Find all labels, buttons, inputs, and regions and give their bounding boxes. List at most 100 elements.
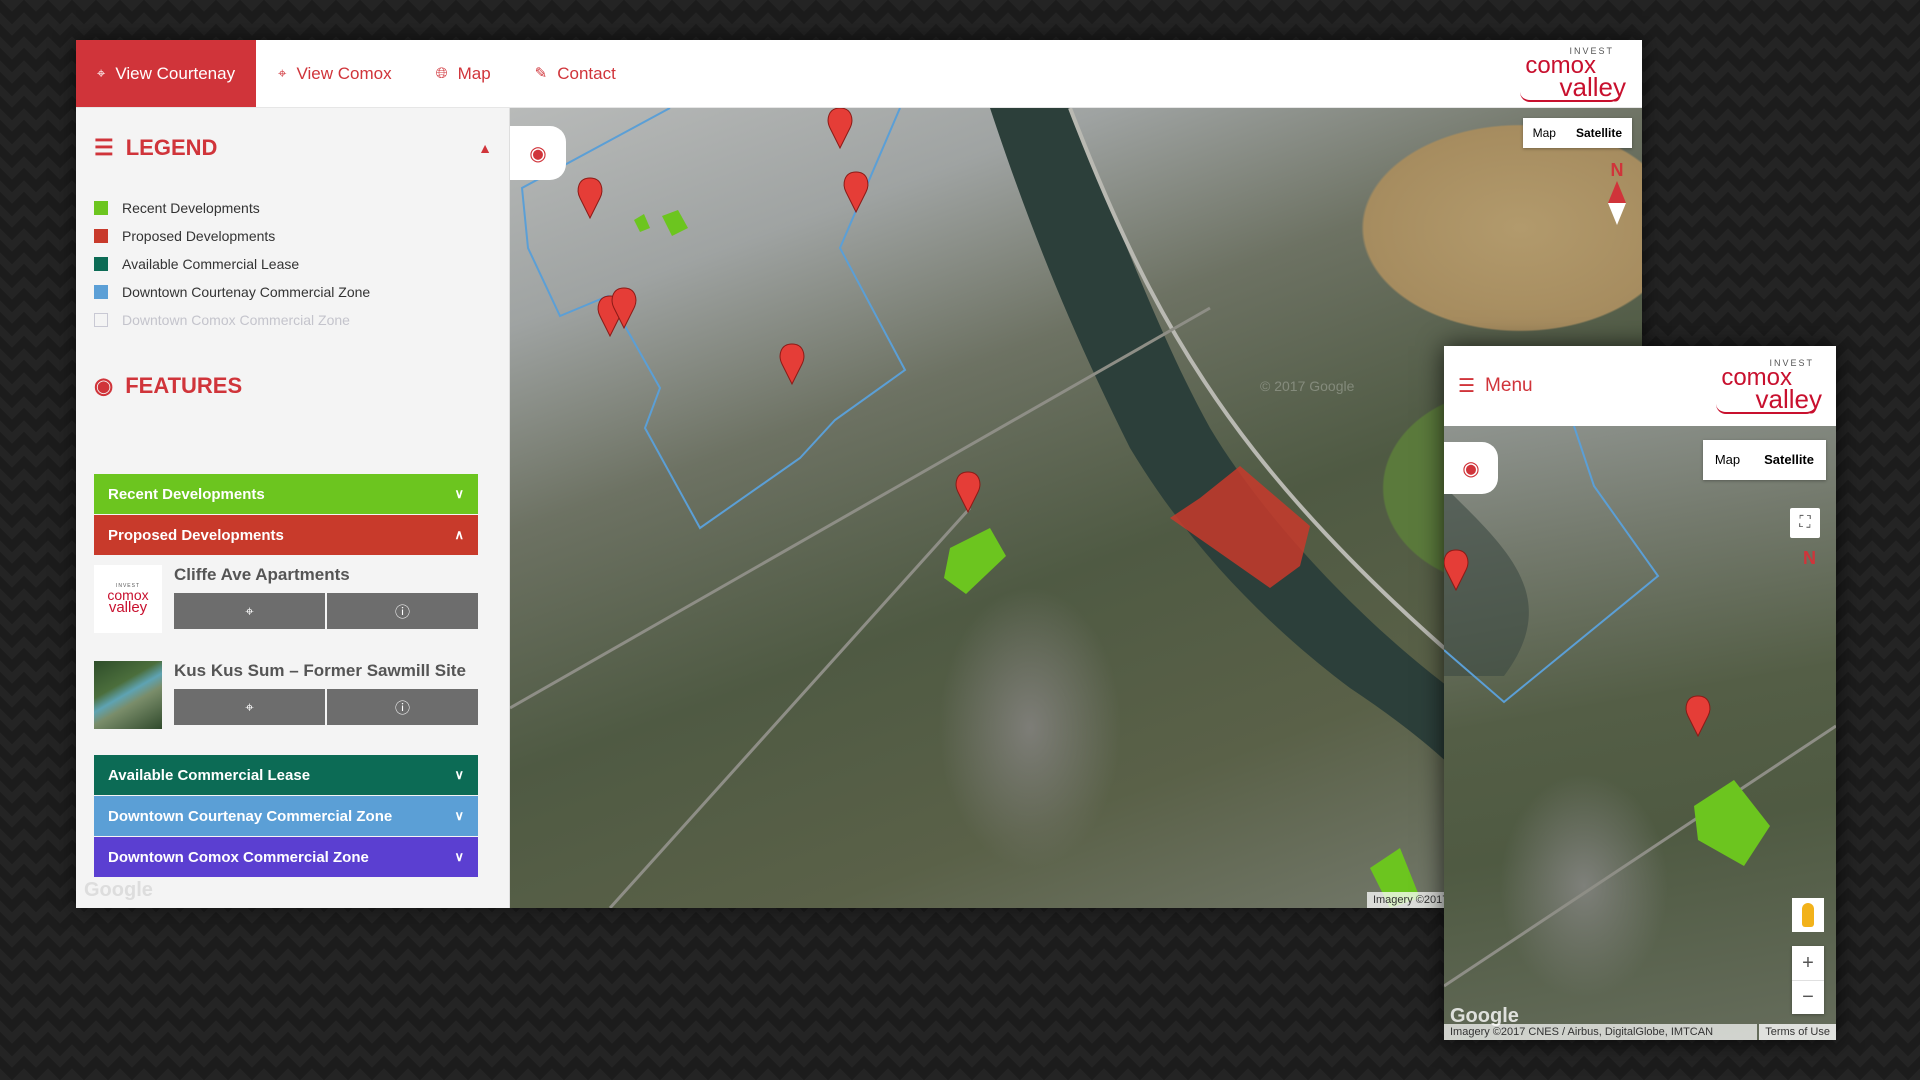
nav-label: View Comox bbox=[296, 63, 392, 83]
nav-contact[interactable]: ✎ Contact bbox=[513, 40, 638, 107]
map-type-toggle: Map Satellite bbox=[1702, 440, 1826, 480]
accordion-proposed-developments[interactable]: Proposed Developments ∧ bbox=[94, 515, 478, 555]
map-type-map[interactable]: Map bbox=[1523, 118, 1566, 148]
nav-view-comox[interactable]: ⌖ View Comox bbox=[256, 40, 414, 107]
legend-swatch bbox=[94, 285, 108, 299]
legend-item: Recent Developments bbox=[94, 194, 370, 222]
nav-map[interactable]: 🌐︎ Map bbox=[414, 40, 513, 107]
nav-view-courtenay[interactable]: ⌖ View Courtenay bbox=[76, 40, 256, 107]
recent-development-area[interactable] bbox=[634, 214, 650, 232]
terms-of-use-link[interactable]: Terms of Use bbox=[1759, 1024, 1836, 1040]
crosshair-icon: ⌖ bbox=[278, 65, 287, 82]
compass[interactable]: N bbox=[1608, 160, 1626, 225]
list-item: Kus Kus Sum – Former Sawmill Site ⌖ ⓘ bbox=[94, 661, 478, 733]
menu-button[interactable]: ☰ Menu bbox=[1458, 375, 1533, 398]
legend-swatch bbox=[94, 313, 108, 327]
top-navigation: ⌖ View Courtenay ⌖ View Comox 🌐︎ Map ✎ C… bbox=[76, 40, 1642, 108]
accordion-label: Available Commercial Lease bbox=[108, 766, 311, 784]
legend-label: Recent Developments bbox=[122, 200, 260, 216]
globe-icon: 🌐︎ bbox=[435, 65, 448, 82]
zoom-in-button[interactable]: + bbox=[1792, 946, 1824, 980]
desktop-window: ⌖ View Courtenay ⌖ View Comox 🌐︎ Map ✎ C… bbox=[76, 40, 1642, 908]
locate-button[interactable]: ⌖ bbox=[174, 689, 325, 725]
google-logo: Google bbox=[84, 879, 153, 901]
map-pin-tab[interactable]: ◉ bbox=[510, 126, 566, 180]
legend-label: Proposed Developments bbox=[122, 228, 276, 244]
zoom-control: + − bbox=[1792, 946, 1824, 1014]
hamburger-icon: ☰ bbox=[1458, 375, 1476, 397]
accordion-label: Proposed Developments bbox=[108, 526, 284, 544]
legend-swatch bbox=[94, 201, 108, 215]
map-pin-tab[interactable]: ◉ bbox=[1444, 442, 1498, 494]
recent-development-area[interactable] bbox=[944, 528, 1006, 594]
sidebar: ☰ LEGEND ▲ Recent Developments Proposed … bbox=[76, 108, 510, 908]
map-marker-icon[interactable] bbox=[577, 177, 603, 220]
accordion-available-commercial-lease[interactable]: Available Commercial Lease ∨ bbox=[94, 755, 478, 795]
chevron-up-icon[interactable]: ▲ bbox=[478, 140, 492, 156]
mobile-map-overlay bbox=[1444, 426, 1836, 988]
map-marker-icon[interactable] bbox=[779, 343, 805, 386]
map-type-satellite[interactable]: Satellite bbox=[1566, 118, 1632, 148]
item-title: Cliffe Ave Apartments bbox=[174, 565, 350, 584]
chevron-down-icon: ∨ bbox=[454, 767, 464, 782]
nav-label: Map bbox=[457, 63, 491, 83]
fullscreen-icon[interactable]: ⛶ bbox=[1790, 508, 1820, 538]
item-thumbnail: INVEST comox valley bbox=[94, 565, 162, 633]
compass-label: N bbox=[1610, 160, 1624, 180]
legend-label: Available Commercial Lease bbox=[122, 256, 300, 272]
features-title: FEATURES bbox=[125, 373, 243, 398]
recent-development-area[interactable] bbox=[1694, 780, 1770, 866]
map-watermark: © 2017 Google bbox=[1260, 378, 1355, 394]
thumb-valley-text: valley bbox=[108, 599, 148, 616]
accordion-recent-developments[interactable]: Recent Developments ∨ bbox=[94, 474, 478, 514]
nav-label: View Courtenay bbox=[115, 63, 236, 83]
mobile-window: ☰ Menu INVEST comox valley ◉ Map Satelli… bbox=[1444, 346, 1836, 1040]
chevron-down-icon: ∨ bbox=[454, 808, 464, 823]
crosshair-icon: ⌖ bbox=[245, 602, 254, 620]
logo-swoosh bbox=[1716, 404, 1816, 414]
features-header: ◉ FEATURES bbox=[76, 368, 510, 404]
map-attribution: Imagery ©2017 CNES / Airbus, DigitalGlob… bbox=[1444, 1024, 1758, 1040]
legend-header[interactable]: ☰ LEGEND ▲ bbox=[76, 130, 510, 166]
features-accordion: Recent Developments ∨ Proposed Developme… bbox=[94, 474, 478, 878]
compass-south-icon bbox=[1608, 203, 1626, 225]
info-button[interactable]: ⓘ bbox=[327, 593, 478, 629]
accordion-label: Recent Developments bbox=[108, 485, 265, 503]
map-pin-icon: ◉ bbox=[94, 373, 114, 398]
list-icon: ☰ bbox=[94, 135, 114, 160]
road bbox=[510, 306, 1211, 710]
accordion-downtown-comox-zone[interactable]: Downtown Comox Commercial Zone ∨ bbox=[94, 837, 478, 877]
legend-swatch bbox=[94, 229, 108, 243]
map-marker-icon[interactable] bbox=[955, 471, 981, 514]
legend-swatch bbox=[94, 257, 108, 271]
brand-logo[interactable]: INVEST comox valley bbox=[1716, 358, 1822, 414]
compass-north-icon bbox=[1608, 181, 1626, 203]
legend-item: Downtown Comox Commercial Zone bbox=[94, 306, 370, 334]
zoom-out-button[interactable]: − bbox=[1792, 980, 1824, 1014]
legend-item: Available Commercial Lease bbox=[94, 250, 370, 278]
compass-label: N bbox=[1803, 548, 1816, 568]
legend-title: LEGEND bbox=[125, 135, 218, 160]
brand-logo[interactable]: INVEST comox valley bbox=[1520, 40, 1626, 107]
locate-button[interactable]: ⌖ bbox=[174, 593, 325, 629]
chevron-down-icon: ∨ bbox=[454, 486, 464, 501]
legend-label: Downtown Courtenay Commercial Zone bbox=[122, 284, 371, 300]
map-marker-icon[interactable] bbox=[827, 108, 853, 150]
info-button[interactable]: ⓘ bbox=[327, 689, 478, 725]
road bbox=[608, 506, 972, 908]
mobile-satellite-map[interactable]: ◉ Map Satellite ⛶ N + − Google Imagery ©… bbox=[1444, 426, 1836, 1040]
map-marker-icon[interactable] bbox=[843, 171, 869, 214]
menu-label: Menu bbox=[1485, 375, 1533, 396]
recent-development-area[interactable] bbox=[662, 210, 688, 236]
map-type-map[interactable]: Map bbox=[1703, 440, 1752, 480]
crosshair-icon: ⌖ bbox=[96, 65, 106, 82]
street-view-pegman-icon[interactable] bbox=[1792, 898, 1824, 932]
map-type-satellite[interactable]: Satellite bbox=[1752, 440, 1826, 480]
compass[interactable]: N bbox=[1803, 548, 1816, 569]
map-marker-icon[interactable] bbox=[1685, 695, 1711, 738]
courtenay-zone-outline bbox=[520, 108, 907, 530]
map-attribution-bar: Imagery ©2017 CNES / Airbus, DigitalGlob… bbox=[1444, 1024, 1836, 1040]
map-type-toggle: Map Satellite bbox=[1522, 118, 1632, 148]
accordion-downtown-courtenay-zone[interactable]: Downtown Courtenay Commercial Zone ∨ bbox=[94, 796, 478, 836]
chevron-down-icon: ∨ bbox=[454, 849, 464, 864]
